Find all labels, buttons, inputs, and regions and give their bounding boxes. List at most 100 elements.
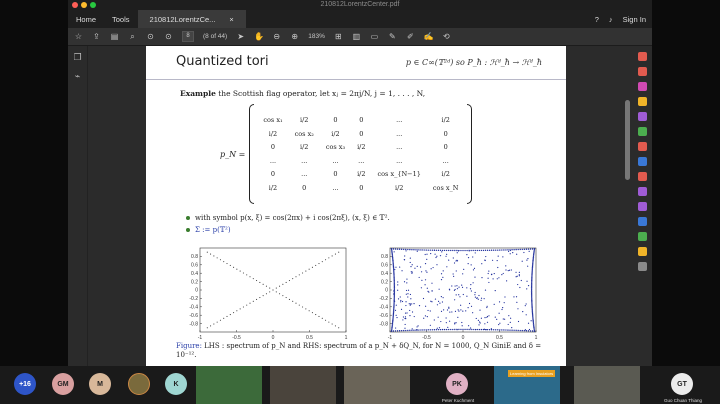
certificates-icon[interactable] [637, 232, 647, 241]
data-point [413, 329, 415, 331]
scrollbar[interactable] [625, 100, 630, 180]
data-point [525, 248, 528, 250]
data-point [448, 307, 450, 309]
data-point [262, 283, 264, 285]
more-participants-avatar[interactable]: +16 [14, 373, 36, 395]
matrix-cell: 0 [359, 183, 364, 192]
combine-files-icon[interactable] [637, 112, 647, 121]
data-point [449, 311, 451, 313]
data-point [405, 250, 407, 252]
print-icon[interactable]: ▤ [110, 32, 119, 41]
search-icon[interactable]: ⌕ [128, 32, 137, 42]
more-tools-icon[interactable]: ⟲ [442, 32, 451, 41]
participant-avatar[interactable]: GT [671, 373, 693, 395]
data-point [458, 294, 460, 296]
zoom-window-icon[interactable] [90, 2, 96, 8]
data-point [400, 301, 402, 303]
data-point [472, 249, 474, 252]
data-point [259, 297, 261, 299]
home-tab[interactable]: Home [68, 15, 104, 24]
create-pdf-icon[interactable] [637, 67, 647, 76]
participant-avatar[interactable]: M [89, 373, 111, 395]
more-tools-pane-icon[interactable] [637, 262, 647, 271]
data-point [400, 329, 403, 332]
data-point [431, 282, 433, 284]
matrix-row: i/2 cos x₂ i/2 0... 0 [257, 127, 464, 141]
matrix-cell: 0 [333, 170, 338, 179]
data-point [476, 249, 479, 252]
send-track-icon[interactable] [637, 217, 647, 226]
participant-avatar[interactable]: GM [52, 373, 74, 395]
redact-icon[interactable] [637, 142, 647, 151]
attachments-icon[interactable]: ⌁ [75, 71, 80, 82]
organize-pages-icon[interactable] [637, 127, 647, 136]
tab-close-icon[interactable]: × [229, 15, 233, 24]
scroll-mode-icon[interactable]: ▥ [352, 32, 361, 41]
participant-avatar[interactable]: PK [446, 373, 468, 395]
document-tab[interactable]: 210812LorentzCe... × [137, 10, 246, 28]
data-point [473, 267, 476, 269]
data-point [275, 291, 277, 293]
video-tile[interactable] [344, 366, 410, 404]
matrix-cell: i/2 [300, 143, 309, 152]
data-point [423, 329, 425, 331]
zoom-level[interactable]: 183% [308, 33, 325, 40]
zoom-out-icon[interactable]: ⊖ [272, 32, 281, 41]
bookmark-icon[interactable]: ☆ [74, 32, 83, 41]
data-point [509, 321, 511, 324]
data-point [298, 274, 300, 276]
edit-pdf-icon[interactable] [637, 82, 647, 91]
participant-photo-avatar[interactable] [128, 373, 150, 395]
close-window-icon[interactable] [72, 2, 78, 8]
upload-icon[interactable]: ⇪ [92, 32, 101, 41]
data-point [533, 252, 535, 255]
help-icon[interactable]: ? [595, 15, 599, 24]
data-point [518, 275, 520, 277]
data-point [411, 311, 414, 313]
tools-tab[interactable]: Tools [104, 15, 138, 24]
zoom-in-icon[interactable]: ⊕ [290, 32, 299, 41]
data-point [413, 315, 415, 318]
send-for-signature-icon[interactable] [637, 202, 647, 211]
next-page-icon[interactable]: ⊙ [164, 32, 173, 41]
window-controls[interactable] [72, 2, 96, 8]
data-point [452, 328, 454, 331]
data-point [460, 309, 462, 311]
data-point [468, 302, 471, 305]
data-point [429, 324, 431, 326]
fill-sign-icon[interactable]: ✍ [424, 32, 434, 41]
protect-icon[interactable] [637, 157, 647, 166]
thumbnails-icon[interactable]: ❐ [73, 52, 81, 63]
stamp-icon[interactable] [637, 247, 647, 256]
data-point [452, 249, 454, 252]
video-tile[interactable] [270, 366, 336, 404]
select-cursor-icon[interactable]: ➤ [236, 32, 245, 41]
prev-page-icon[interactable]: ⊙ [146, 32, 155, 41]
participant-avatar[interactable]: K [165, 373, 187, 395]
video-tile[interactable]: Learning from Insulators [494, 366, 560, 404]
data-point [446, 309, 449, 311]
data-point [467, 263, 469, 265]
highlight-icon[interactable]: ✎ [388, 32, 397, 41]
hand-tool-icon[interactable]: ✋ [254, 32, 264, 41]
fill-and-sign-icon[interactable] [637, 187, 647, 196]
fit-page-icon[interactable]: ⊞ [334, 32, 343, 41]
export-pdf-icon[interactable] [637, 52, 647, 61]
notifications-icon[interactable]: ♪ [609, 15, 613, 24]
comment-icon[interactable]: ▭ [370, 32, 379, 41]
data-point [462, 328, 464, 331]
data-point [517, 320, 520, 323]
video-tile[interactable] [574, 366, 640, 404]
minimize-window-icon[interactable] [81, 2, 87, 8]
optimize-icon[interactable] [637, 172, 647, 181]
video-tile[interactable] [196, 366, 262, 404]
data-point [405, 248, 407, 251]
data-point [456, 260, 459, 262]
data-point [424, 279, 427, 281]
data-point [391, 251, 393, 254]
draw-icon[interactable]: ✐ [406, 32, 415, 41]
page-number-input[interactable]: 8 [182, 31, 194, 42]
sign-in-button[interactable]: Sign In [623, 15, 646, 24]
comment-tool-icon[interactable] [637, 97, 647, 106]
data-point [502, 307, 504, 309]
